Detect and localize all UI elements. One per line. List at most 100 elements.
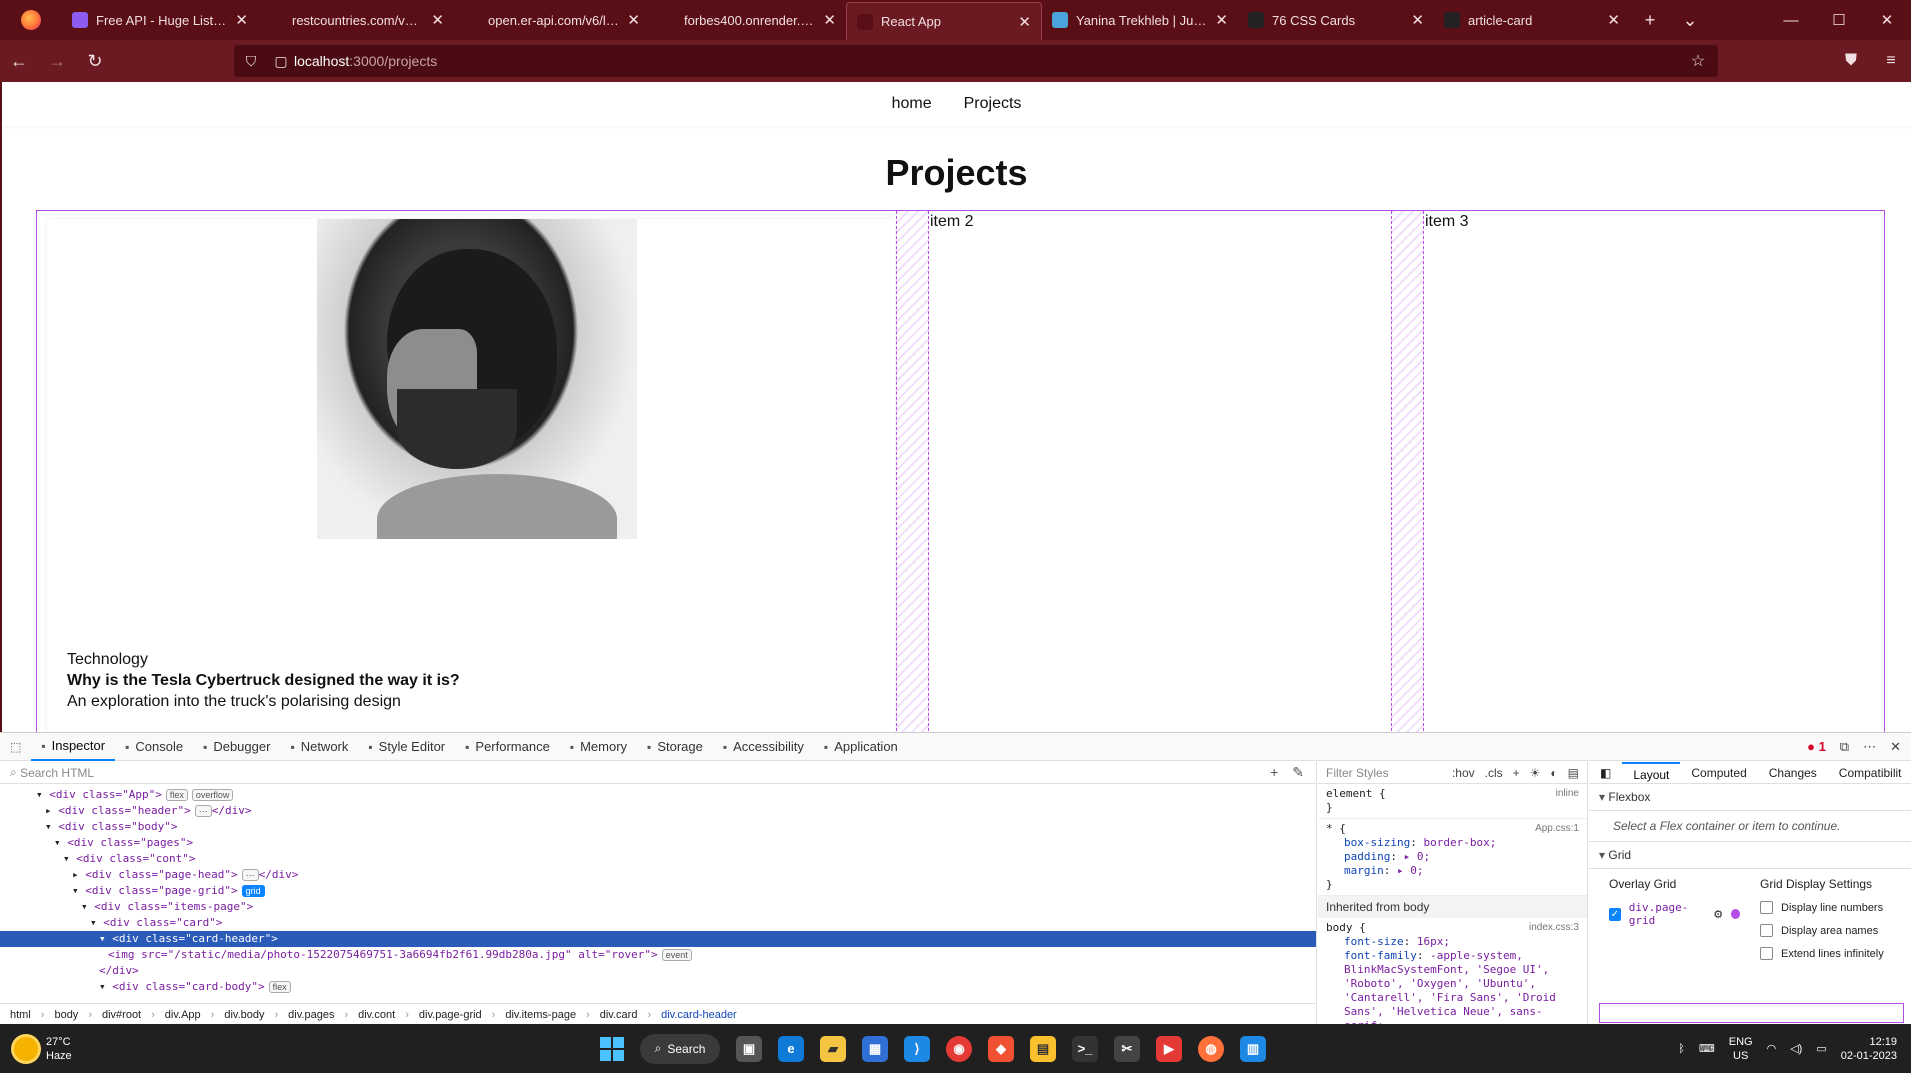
bluetooth-icon[interactable]: ᛒ (1678, 1043, 1685, 1055)
browser-tab[interactable]: Free API - Huge List of Pu ✕ (62, 0, 258, 40)
hov-toggle[interactable]: :hov (1452, 766, 1475, 780)
css-property[interactable]: padding (1344, 850, 1390, 863)
css-value[interactable]: ▸ 0; (1404, 850, 1431, 863)
nav-link-projects[interactable]: Projects (964, 95, 1022, 113)
add-rule-icon[interactable]: + (1513, 766, 1520, 780)
overlay-grid-option[interactable]: ✓ div.page-grid ⚙ (1609, 901, 1740, 927)
close-tab-icon[interactable]: ✕ (431, 11, 444, 29)
markup-node[interactable]: ▾ <div class="cont"> (0, 851, 1316, 867)
expand-toggle-icon[interactable]: ▾ (99, 932, 112, 945)
devtools-tab-network[interactable]: ▪ Network (280, 733, 358, 761)
body-rule[interactable]: index.css:3 body { font-size: 16px; font-… (1318, 918, 1587, 1037)
expand-toggle-icon[interactable]: ▾ (72, 884, 85, 897)
eyedropper-icon[interactable]: ✎ (1292, 764, 1304, 781)
close-window-icon[interactable]: ✕ (1863, 11, 1911, 29)
task-view-icon[interactable]: ▣ (736, 1035, 762, 1062)
star-rule[interactable]: App.css:1 * { box-sizing: border-box; pad… (1318, 819, 1587, 896)
gear-icon[interactable]: ⚙ (1713, 908, 1723, 921)
css-property[interactable]: font-size (1344, 935, 1404, 948)
devtools-tab-debugger[interactable]: ▪ Debugger (193, 733, 280, 761)
expand-toggle-icon[interactable]: ▾ (99, 980, 112, 993)
node-badge[interactable]: ⋯ (241, 869, 259, 881)
close-tab-icon[interactable]: ✕ (235, 11, 248, 29)
grid-section-header[interactable]: Grid (1589, 842, 1911, 869)
markup-node[interactable]: <img src="/static/media/photo-1522075469… (0, 947, 1316, 963)
page-info-icon[interactable]: ▢ (268, 53, 294, 70)
snipping-tool-icon[interactable]: ✂ (1114, 1035, 1140, 1062)
markup-node[interactable]: ▾ <div class="items-page"> (0, 899, 1316, 915)
keyboard-icon[interactable]: ⌨ (1699, 1042, 1715, 1055)
notepad-icon[interactable]: ▥ (1240, 1035, 1266, 1062)
sticky-notes-icon[interactable]: ▤ (1030, 1035, 1056, 1062)
filter-styles-input[interactable]: Filter Styles (1326, 766, 1389, 780)
light-mode-icon[interactable]: ☀ (1530, 766, 1541, 780)
chrome-icon[interactable]: ◉ (946, 1035, 972, 1062)
devtools-tab-application[interactable]: ▪ Application (814, 733, 908, 761)
toggle-sidebar-icon[interactable]: ◧ (1589, 762, 1622, 784)
breadcrumb-item[interactable]: div.body (224, 1009, 264, 1021)
sidebar-tab-compatibilit[interactable]: Compatibilit (1828, 762, 1911, 784)
browser-tab[interactable]: React App ✕ (846, 2, 1042, 40)
terminal-icon[interactable]: >_ (1072, 1035, 1098, 1062)
volume-icon[interactable]: ◁) (1790, 1042, 1802, 1055)
close-tab-icon[interactable]: ✕ (1411, 11, 1424, 29)
close-tab-icon[interactable]: ✕ (627, 11, 640, 29)
browser-tab[interactable]: restcountries.com/v3.1/all ✕ (258, 0, 454, 40)
node-badge[interactable]: event (661, 949, 692, 961)
css-declaration[interactable]: font-family: -apple-system, BlinkMacSyst… (1326, 949, 1579, 1033)
close-tab-icon[interactable]: ✕ (1018, 13, 1031, 31)
wifi-icon[interactable]: ◠ (1767, 1042, 1777, 1055)
breadcrumb-item[interactable]: html (10, 1009, 31, 1021)
reload-icon[interactable]: ↻ (76, 51, 114, 72)
breadcrumb-item[interactable]: div.page-grid (419, 1009, 482, 1021)
minimize-icon[interactable]: — (1767, 12, 1815, 29)
file-explorer-icon[interactable]: ▰ (820, 1035, 846, 1062)
nav-link-home[interactable]: home (892, 95, 932, 113)
firefox-taskbar-icon[interactable]: ◍ (1198, 1035, 1224, 1062)
browser-tab[interactable]: 76 CSS Cards ✕ (1238, 0, 1434, 40)
markup-node[interactable]: ▾ <div class="page-grid"> grid (0, 883, 1316, 899)
browser-tab[interactable]: article-card ✕ (1434, 0, 1630, 40)
css-value[interactable]: 16px; (1417, 935, 1450, 948)
devtools-tab-storage[interactable]: ▪ Storage (637, 733, 713, 761)
breadcrumb-item[interactable]: div.items-page (505, 1009, 576, 1021)
markup-node[interactable]: ▾ <div class="body"> (0, 819, 1316, 835)
css-property[interactable]: box-sizing (1344, 836, 1410, 849)
breadcrumb-item[interactable]: div#root (102, 1009, 141, 1021)
css-declaration[interactable]: font-size: 16px; (1326, 935, 1579, 949)
close-devtools-icon[interactable]: ✕ (1890, 739, 1901, 755)
css-property[interactable]: margin (1344, 864, 1384, 877)
taskbar-search-button[interactable]: ⌕ Search (640, 1033, 720, 1064)
breadcrumb-item[interactable]: div.App (165, 1009, 201, 1021)
css-declaration[interactable]: padding: ▸ 0; (1326, 850, 1579, 864)
sidebar-tab-changes[interactable]: Changes (1758, 762, 1828, 784)
devtools-tab-memory[interactable]: ▪ Memory (560, 733, 637, 761)
tracking-shield-icon[interactable]: ⛉ (234, 53, 268, 70)
css-value[interactable]: ▸ 0; (1397, 864, 1424, 877)
node-badge[interactable]: flex (268, 981, 291, 993)
expand-toggle-icon[interactable]: ▸ (72, 868, 85, 881)
setting-area-names[interactable]: Display area names (1760, 924, 1891, 937)
breadcrumb-item[interactable]: body (54, 1009, 78, 1021)
sidebar-tab-layout[interactable]: Layout (1622, 761, 1681, 784)
maximize-icon[interactable]: ☐ (1815, 11, 1863, 29)
breadcrumb-item[interactable]: div.pages (288, 1009, 334, 1021)
close-tab-icon[interactable]: ✕ (1215, 11, 1228, 29)
css-declaration[interactable]: box-sizing: border-box; (1326, 836, 1579, 850)
weather-widget[interactable]: 27°C Haze (0, 1035, 72, 1063)
expand-toggle-icon[interactable]: ▸ (45, 804, 58, 817)
node-badge[interactable]: flex (165, 789, 188, 801)
edge-icon[interactable]: e (778, 1035, 804, 1062)
breadcrumb-item[interactable]: div.card-header (661, 1009, 737, 1021)
clock[interactable]: 12:19 02-01-2023 (1841, 1035, 1897, 1063)
devtools-tab-style-editor[interactable]: ▪ Style Editor (358, 733, 455, 761)
devtools-tab-performance[interactable]: ▪ Performance (455, 733, 560, 761)
element-picker-icon[interactable]: ⬚ (0, 733, 31, 761)
expand-toggle-icon[interactable]: ▾ (54, 836, 67, 849)
browser-tab[interactable]: forbes400.onrender.com/api/f ✕ (650, 0, 846, 40)
expand-toggle-icon[interactable]: ▾ (45, 820, 58, 833)
breadcrumb-item[interactable]: div.cont (358, 1009, 395, 1021)
expand-toggle-icon[interactable]: ▾ (81, 900, 94, 913)
menu-icon[interactable]: ≡ (1871, 52, 1911, 70)
checkbox-checked[interactable]: ✓ (1609, 907, 1621, 921)
